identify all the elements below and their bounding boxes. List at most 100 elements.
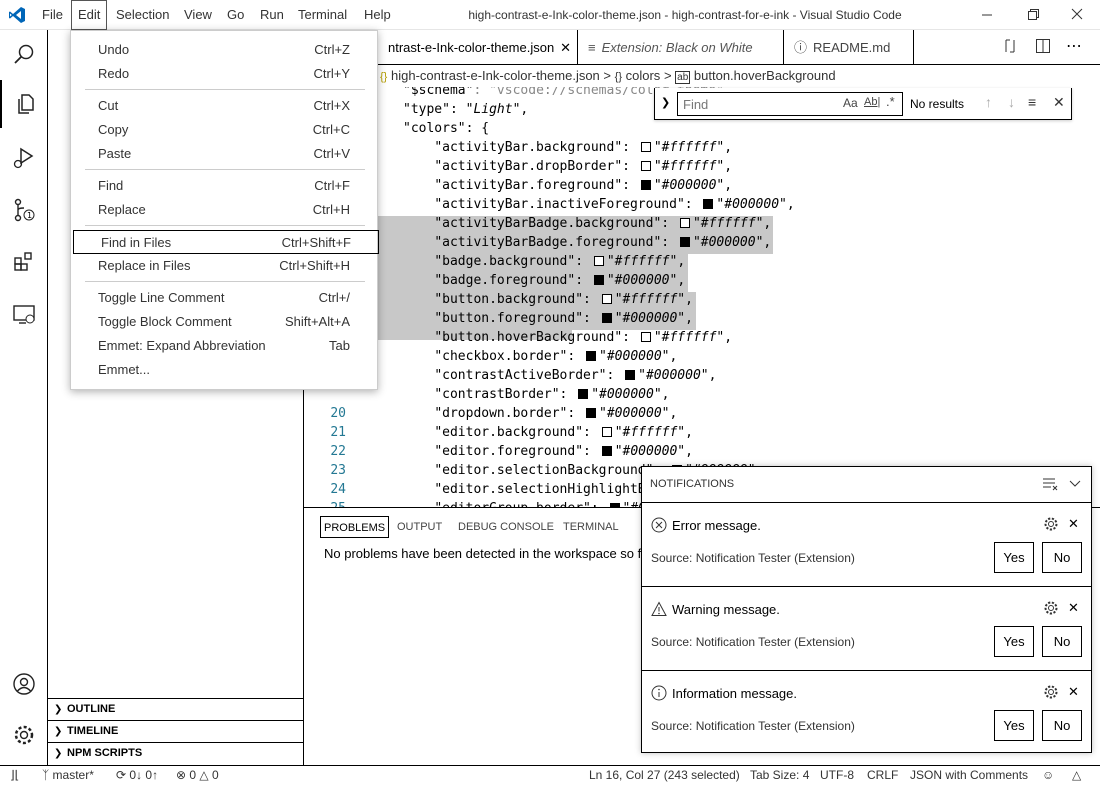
menu-item-replace-in-files[interactable]: Replace in Files Ctrl+Shift+H [71, 254, 377, 278]
previous-match-icon[interactable]: ↑ [985, 94, 992, 110]
color-swatch[interactable] [679, 218, 690, 228]
remote-icon[interactable]: ⌋⌊ [10, 766, 19, 785]
menu-file[interactable]: File [36, 0, 69, 30]
tab-debug-console[interactable]: DEBUG CONSOLE [458, 516, 554, 538]
problems-indicator[interactable]: ⊗ 0 △ 0 [176, 766, 219, 785]
yes-button[interactable]: Yes [994, 542, 1034, 573]
language-mode[interactable]: JSON with Comments [910, 766, 1028, 785]
color-swatch[interactable] [593, 275, 604, 285]
restore-button[interactable] [1010, 0, 1056, 30]
breadcrumb-file[interactable]: high-contrast-e-Ink-color-theme.json [391, 68, 600, 83]
explorer-icon[interactable] [0, 80, 48, 128]
color-swatch[interactable] [640, 161, 651, 171]
toggle-replace-icon[interactable]: ❯ [661, 96, 670, 109]
menu-item-paste[interactable]: Paste Ctrl+V [71, 142, 377, 166]
tab-output[interactable]: OUTPUT [397, 516, 442, 538]
account-icon[interactable] [0, 660, 48, 708]
no-button[interactable]: No [1042, 542, 1082, 573]
end-of-line[interactable]: CRLF [867, 766, 898, 785]
color-swatch[interactable] [640, 142, 651, 152]
close-icon[interactable]: ✕ [1068, 516, 1079, 532]
bell-icon[interactable]: △ [1072, 766, 1081, 785]
cursor-position[interactable]: Ln 16, Col 27 (243 selected) [589, 766, 740, 785]
code-editor[interactable]: "$schema": "vscode://schemas/color-theme… [304, 87, 1100, 507]
sync-indicator[interactable]: ⟳ 0↓ 0↑ [116, 766, 158, 785]
feedback-icon[interactable]: ☺ [1042, 766, 1054, 785]
yes-button[interactable]: Yes [994, 710, 1034, 741]
gear-icon[interactable] [1043, 516, 1059, 532]
menu-item-emmet[interactable]: Emmet... [71, 358, 377, 382]
branch-indicator[interactable]: ᛉ master* [42, 766, 94, 785]
menu-item-redo[interactable]: Redo Ctrl+Y [71, 62, 377, 86]
menu-edit[interactable]: Edit [71, 0, 108, 30]
menu-view[interactable]: View [178, 0, 218, 30]
npm-scripts-section[interactable]: ❯ NPM SCRIPTS [48, 742, 303, 764]
color-swatch[interactable] [586, 408, 597, 418]
menu-item-toggle-block-comment[interactable]: Toggle Block Comment Shift+Alt+A [71, 310, 377, 334]
breadcrumb-property[interactable]: button.hoverBackground [694, 68, 836, 83]
tab-problems[interactable]: PROBLEMS [320, 516, 390, 538]
encoding[interactable]: UTF-8 [820, 766, 854, 785]
color-swatch[interactable] [593, 256, 604, 266]
extensions-icon[interactable] [0, 238, 48, 286]
run-debug-icon[interactable] [0, 134, 48, 182]
match-case-icon[interactable]: Aa [843, 96, 858, 110]
more-actions-icon[interactable]: ⋯ [1066, 36, 1082, 56]
gear-icon[interactable] [1043, 684, 1059, 700]
breadcrumb-colors[interactable]: colors [626, 68, 661, 83]
menu-item-cut[interactable]: Cut Ctrl+X [71, 94, 377, 118]
compare-changes-icon[interactable] [1002, 38, 1018, 54]
gear-icon[interactable] [1043, 600, 1059, 616]
find-in-selection-icon[interactable]: ≡ [1028, 94, 1036, 110]
menu-go[interactable]: Go [221, 0, 250, 30]
outline-section[interactable]: ❯ OUTLINE [48, 698, 303, 720]
settings-gear-icon[interactable] [0, 711, 48, 759]
remote-explorer-icon[interactable] [0, 290, 48, 338]
close-window-button[interactable] [1054, 0, 1100, 30]
clear-all-notifications-icon[interactable] [1042, 477, 1058, 491]
yes-button[interactable]: Yes [994, 626, 1034, 657]
split-editor-icon[interactable] [1035, 38, 1051, 54]
color-swatch[interactable] [578, 389, 589, 399]
menu-item-emmet-expand-abbreviation[interactable]: Emmet: Expand Abbreviation Tab [71, 334, 377, 358]
menu-item-find-in-files[interactable]: Find in Files Ctrl+Shift+F [73, 230, 379, 254]
color-swatch[interactable] [640, 332, 651, 342]
tab-readme[interactable]: ⓘ README.md [784, 30, 914, 65]
tab-theme-json[interactable]: ntrast-e-Ink-color-theme.json ✕ [378, 30, 578, 65]
close-tab-icon[interactable]: ✕ [560, 30, 571, 65]
whole-word-icon[interactable]: Ab| [864, 96, 880, 108]
search-icon[interactable] [0, 30, 48, 78]
collapse-notifications-icon[interactable] [1069, 477, 1081, 491]
color-swatch[interactable] [586, 351, 597, 361]
color-swatch[interactable] [640, 180, 651, 190]
menu-run[interactable]: Run [254, 0, 290, 30]
tab-extension[interactable]: ≡ Extension: Black on White [578, 30, 784, 65]
color-swatch[interactable] [625, 370, 636, 380]
close-icon[interactable]: ✕ [1068, 600, 1079, 616]
tab-terminal[interactable]: TERMINAL [563, 516, 619, 538]
tab-size[interactable]: Tab Size: 4 [750, 766, 809, 785]
close-icon[interactable]: ✕ [1068, 684, 1079, 700]
color-swatch[interactable] [679, 237, 690, 247]
menu-item-find[interactable]: Find Ctrl+F [71, 174, 377, 198]
color-swatch[interactable] [601, 427, 612, 437]
menu-terminal[interactable]: Terminal [292, 0, 353, 30]
regex-icon[interactable]: .* [886, 94, 895, 109]
menu-help[interactable]: Help [358, 0, 397, 30]
minimize-button[interactable] [964, 0, 1010, 30]
menu-selection[interactable]: Selection [110, 0, 175, 30]
close-find-icon[interactable]: ✕ [1053, 94, 1065, 111]
color-swatch[interactable] [703, 199, 714, 209]
source-control-icon[interactable]: 1 [0, 186, 48, 234]
color-swatch[interactable] [601, 294, 612, 304]
menu-item-copy[interactable]: Copy Ctrl+C [71, 118, 377, 142]
menu-item-undo[interactable]: Undo Ctrl+Z [71, 38, 377, 62]
menu-item-replace[interactable]: Replace Ctrl+H [71, 198, 377, 222]
color-swatch[interactable] [601, 313, 612, 323]
no-button[interactable]: No [1042, 626, 1082, 657]
next-match-icon[interactable]: ↓ [1008, 94, 1015, 110]
color-swatch[interactable] [601, 446, 612, 456]
menu-item-toggle-line-comment[interactable]: Toggle Line Comment Ctrl+/ [71, 286, 377, 310]
timeline-section[interactable]: ❯ TIMELINE [48, 720, 303, 742]
no-button[interactable]: No [1042, 710, 1082, 741]
